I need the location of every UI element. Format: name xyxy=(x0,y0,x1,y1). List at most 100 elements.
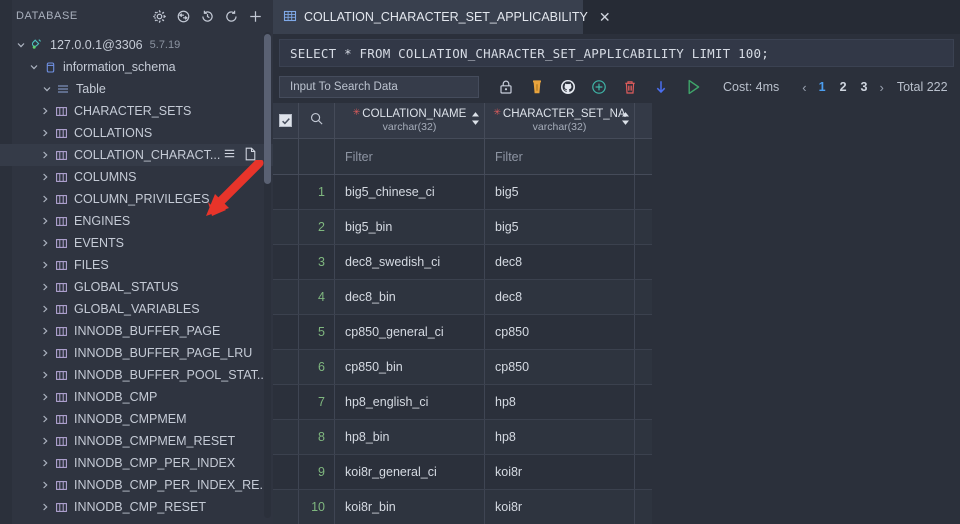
chevron-right-icon[interactable] xyxy=(38,408,52,430)
tree-node-table[interactable]: INNODB_CMPMEM_RESET xyxy=(0,430,273,452)
tree-node-schema[interactable]: information_schema xyxy=(0,56,273,78)
chevron-right-icon[interactable] xyxy=(38,254,52,276)
tree-node-table[interactable]: INNODB_CMPMEM xyxy=(0,408,273,430)
table-row[interactable]: 7 hp8_english_ci hp8 xyxy=(273,385,652,420)
cell-collation-name[interactable]: big5_chinese_ci xyxy=(335,175,485,209)
filter-input-collation-name[interactable]: Filter xyxy=(335,139,485,174)
page-button-2[interactable]: 2 xyxy=(833,80,854,94)
page-button-3[interactable]: 3 xyxy=(854,80,875,94)
plus-circle-icon[interactable] xyxy=(590,78,608,96)
column-header-collation-name[interactable]: ✳ COLLATION_NAME varchar(32) xyxy=(335,103,485,138)
cell-character-set-name[interactable]: cp850 xyxy=(485,350,635,384)
grid-search-column-header[interactable] xyxy=(299,103,335,138)
chevron-down-icon[interactable] xyxy=(40,78,54,100)
cell-collation-name[interactable]: hp8_english_ci xyxy=(335,385,485,419)
chevron-right-icon[interactable] xyxy=(38,320,52,342)
chevron-right-icon[interactable] xyxy=(38,342,52,364)
chevron-right-icon[interactable] xyxy=(38,232,52,254)
chevron-right-icon[interactable] xyxy=(38,276,52,298)
chevron-down-icon[interactable] xyxy=(27,56,41,78)
download-arrow-icon[interactable] xyxy=(652,78,670,96)
tree-node-table[interactable]: FILES xyxy=(0,254,273,276)
chevron-right-icon[interactable] xyxy=(38,474,52,496)
sql-statement-bar[interactable]: SELECT * FROM COLLATION_CHARACTER_SET_AP… xyxy=(279,39,954,67)
chevron-right-icon[interactable] xyxy=(38,364,52,386)
table-row[interactable]: 10 koi8r_bin koi8r xyxy=(273,490,652,524)
row-checkbox[interactable] xyxy=(273,420,299,454)
row-checkbox[interactable] xyxy=(273,315,299,349)
cell-collation-name[interactable]: koi8r_bin xyxy=(335,490,485,524)
sort-arrows-icon[interactable] xyxy=(620,109,631,132)
cell-character-set-name[interactable]: koi8r xyxy=(485,455,635,489)
tree-node-table[interactable]: EVENTS xyxy=(0,232,273,254)
column-header-character-set-name[interactable]: ✳ CHARACTER_SET_NA varchar(32) xyxy=(485,103,635,138)
table-row[interactable]: 1 big5_chinese_ci big5 xyxy=(273,175,652,210)
tree-node-table[interactable]: INNODB_CMP xyxy=(0,386,273,408)
tree-node-table[interactable]: INNODB_CMP_RESET xyxy=(0,496,273,518)
table-row[interactable]: 9 koi8r_general_ci koi8r xyxy=(273,455,652,490)
tree-node-table[interactable]: COLUMNS xyxy=(0,166,273,188)
tree-node-table[interactable]: COLLATION_CHARACT... xyxy=(0,144,273,166)
row-checkbox[interactable] xyxy=(273,490,299,524)
cell-character-set-name[interactable]: hp8 xyxy=(485,385,635,419)
chevron-right-icon[interactable] xyxy=(38,100,52,122)
tree-node-table[interactable]: INNODB_BUFFER_PAGE_LRU xyxy=(0,342,273,364)
github-icon[interactable] xyxy=(559,78,577,96)
row-checkbox[interactable] xyxy=(273,455,299,489)
table-row[interactable]: 5 cp850_general_ci cp850 xyxy=(273,315,652,350)
file-icon[interactable] xyxy=(244,147,257,164)
cell-character-set-name[interactable]: hp8 xyxy=(485,420,635,454)
chevron-right-icon[interactable] xyxy=(38,144,52,166)
tree-node-connection[interactable]: 127.0.0.1@3306 5.7.19 xyxy=(0,34,273,56)
trash-icon[interactable] xyxy=(621,78,639,96)
cell-collation-name[interactable]: hp8_bin xyxy=(335,420,485,454)
row-checkbox[interactable] xyxy=(273,385,299,419)
cell-character-set-name[interactable]: big5 xyxy=(485,175,635,209)
row-checkbox[interactable] xyxy=(273,175,299,209)
sync-icon[interactable] xyxy=(176,9,191,24)
chevron-right-icon[interactable] xyxy=(38,122,52,144)
gear-icon[interactable] xyxy=(152,9,167,24)
cell-character-set-name[interactable]: dec8 xyxy=(485,280,635,314)
row-checkbox[interactable] xyxy=(273,210,299,244)
run-play-icon[interactable] xyxy=(683,77,703,97)
cell-collation-name[interactable]: dec8_bin xyxy=(335,280,485,314)
tree-node-table[interactable]: ENGINES xyxy=(0,210,273,232)
row-checkbox[interactable] xyxy=(273,245,299,279)
tree-node-table[interactable]: INNODB_BUFFER_PAGE xyxy=(0,320,273,342)
coffee-cup-icon[interactable] xyxy=(528,78,546,96)
table-row[interactable]: 2 big5_bin big5 xyxy=(273,210,652,245)
row-checkbox[interactable] xyxy=(273,350,299,384)
cell-character-set-name[interactable]: koi8r xyxy=(485,490,635,524)
chevron-right-icon[interactable] xyxy=(38,430,52,452)
close-icon[interactable]: ✕ xyxy=(595,10,611,24)
tree-node-table-group[interactable]: Table xyxy=(0,78,273,100)
history-icon[interactable] xyxy=(200,9,215,24)
table-row[interactable]: 4 dec8_bin dec8 xyxy=(273,280,652,315)
chevron-right-icon[interactable] xyxy=(38,166,52,188)
cell-character-set-name[interactable]: cp850 xyxy=(485,315,635,349)
page-button-1[interactable]: 1 xyxy=(812,80,833,94)
table-row[interactable]: 8 hp8_bin hp8 xyxy=(273,420,652,455)
cell-collation-name[interactable]: dec8_swedish_ci xyxy=(335,245,485,279)
tree-node-table[interactable]: INNODB_CMP_PER_INDEX xyxy=(0,452,273,474)
cell-collation-name[interactable]: cp850_general_ci xyxy=(335,315,485,349)
select-all-checkbox[interactable] xyxy=(273,103,299,138)
filter-input-character-set-name[interactable]: Filter xyxy=(485,139,635,174)
tree-node-table[interactable]: CHARACTER_SETS xyxy=(0,100,273,122)
lock-icon[interactable] xyxy=(497,78,515,96)
cell-collation-name[interactable]: cp850_bin xyxy=(335,350,485,384)
refresh-icon[interactable] xyxy=(224,9,239,24)
tree-node-table[interactable]: INNODB_BUFFER_POOL_STAT... xyxy=(0,364,273,386)
list-lines-icon[interactable] xyxy=(223,147,236,163)
table-row[interactable]: 3 dec8_swedish_ci dec8 xyxy=(273,245,652,280)
next-page-button[interactable]: › xyxy=(874,80,888,95)
tree-node-table[interactable]: INNODB_CMP_PER_INDEX_RE... xyxy=(0,474,273,496)
search-input[interactable]: Input To Search Data xyxy=(279,76,479,98)
cell-collation-name[interactable]: koi8r_general_ci xyxy=(335,455,485,489)
tree-node-table[interactable]: GLOBAL_VARIABLES xyxy=(0,298,273,320)
plus-icon[interactable] xyxy=(248,9,263,24)
chevron-right-icon[interactable] xyxy=(38,188,52,210)
cell-character-set-name[interactable]: dec8 xyxy=(485,245,635,279)
chevron-right-icon[interactable] xyxy=(38,210,52,232)
